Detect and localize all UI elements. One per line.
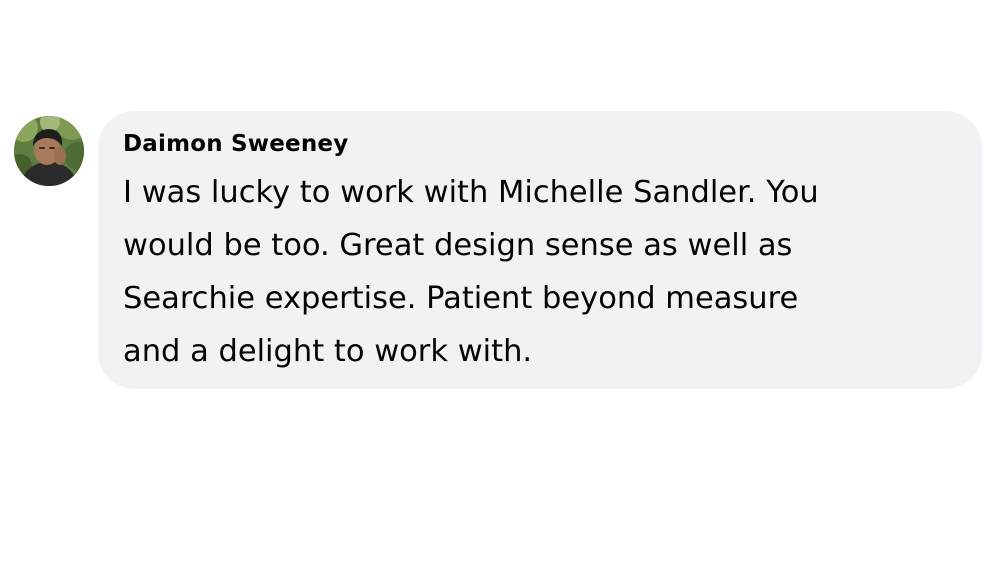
comment-screenshot: Daimon Sweeney I was lucky to work with … — [0, 0, 1000, 563]
avatar-photo — [14, 116, 84, 186]
comment-bubble: Daimon Sweeney I was lucky to work with … — [98, 111, 982, 389]
comment-text: I was lucky to work with Michelle Sandle… — [123, 166, 958, 378]
avatar[interactable] — [14, 116, 84, 186]
comment-text-line: and a delight to work with. — [123, 334, 533, 369]
comment-text-line: I was lucky to work with Michelle Sandle… — [123, 175, 819, 210]
comment-text-line: would be too. Great design sense as well… — [123, 228, 793, 263]
comment-author-name[interactable]: Daimon Sweeney — [123, 129, 958, 159]
comment-text-line: Searchie expertise. Patient beyond measu… — [123, 281, 799, 316]
